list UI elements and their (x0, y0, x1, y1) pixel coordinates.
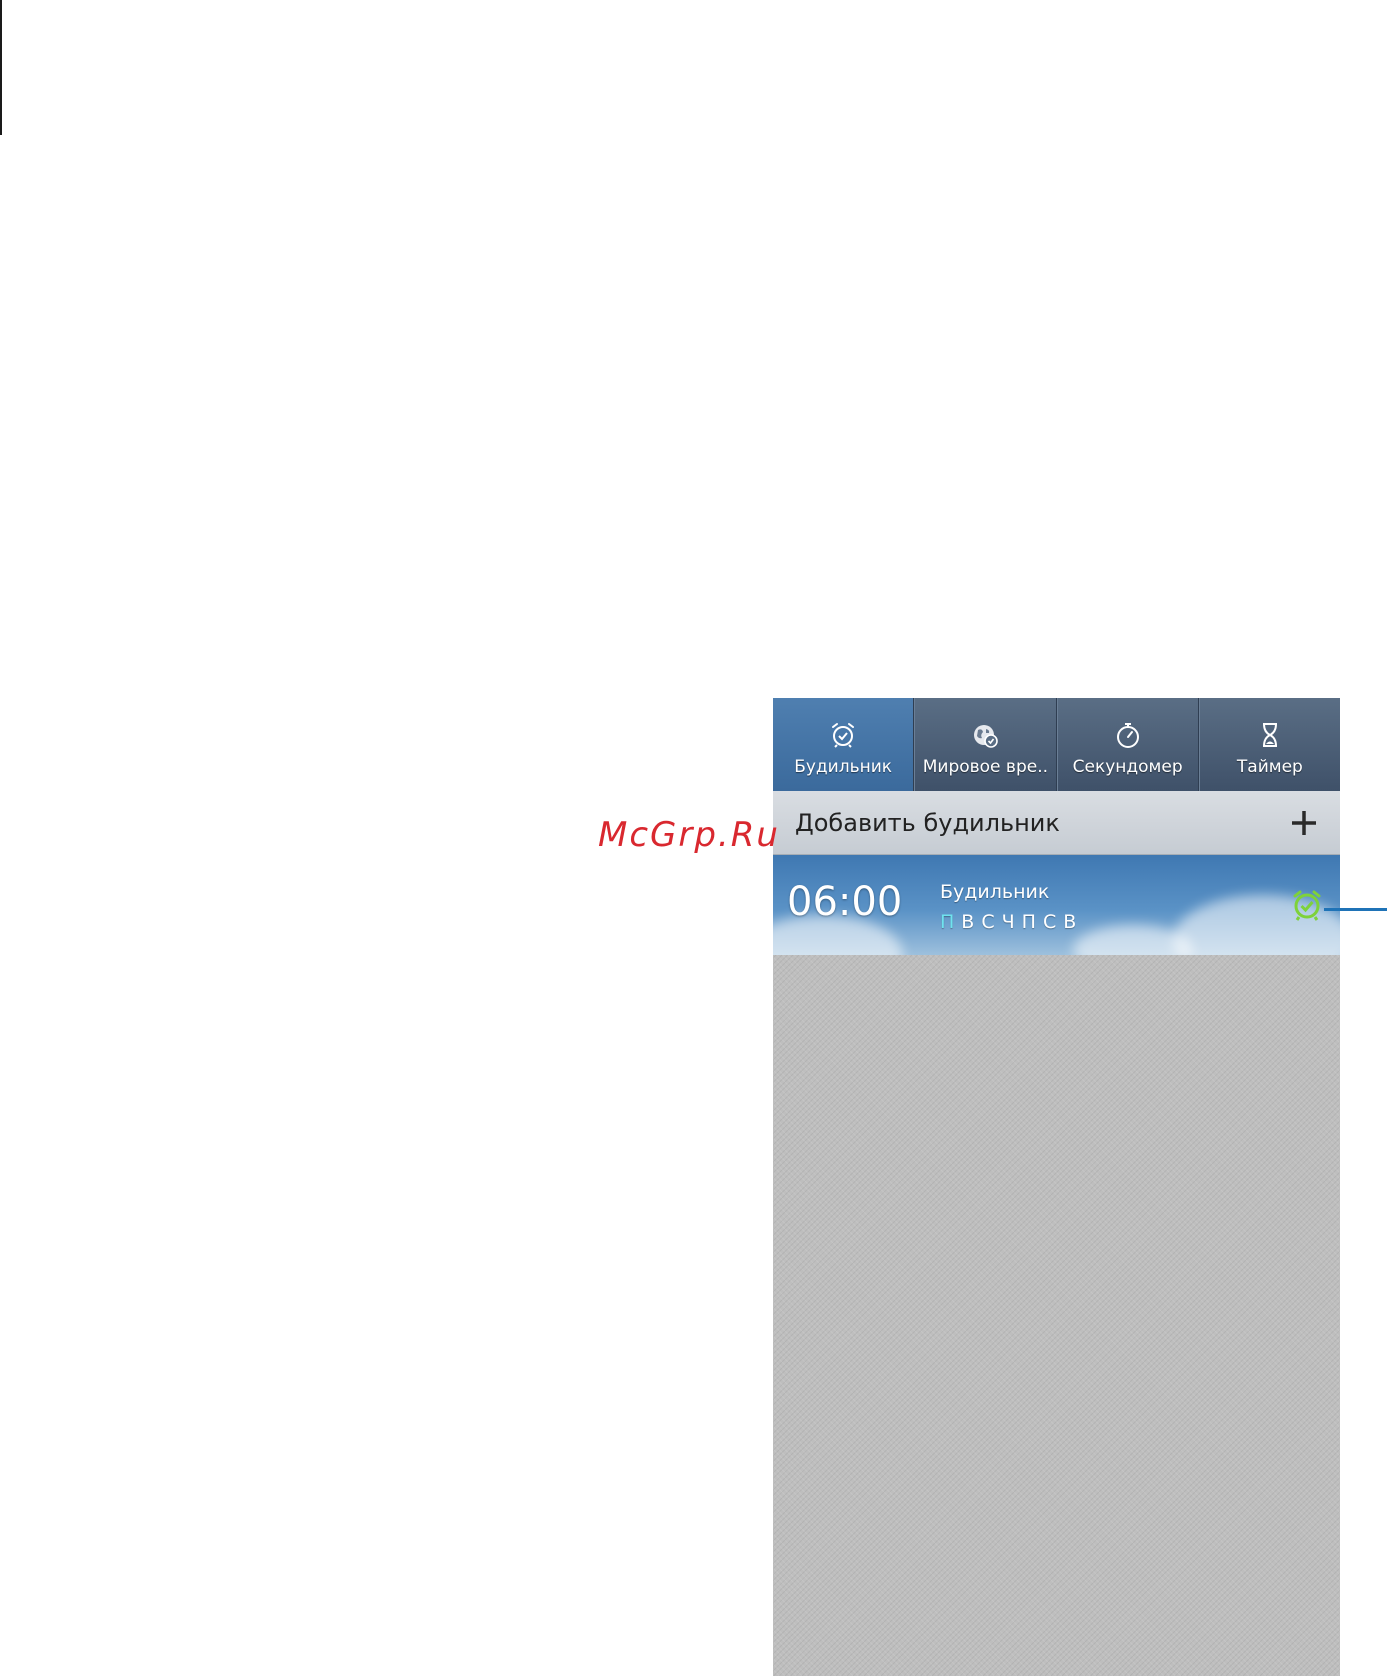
day-sunday: В (1063, 911, 1078, 933)
alarm-name: Будильник (940, 881, 1050, 903)
stopwatch-icon (1116, 723, 1139, 748)
tab-world-clock[interactable]: Мировое вре.. (914, 698, 1057, 791)
add-alarm-button[interactable]: Добавить будильник (773, 791, 1340, 855)
tab-label: Таймер (1236, 757, 1303, 777)
alarm-on-icon[interactable] (1290, 888, 1324, 922)
tab-alarm[interactable]: Будильник (773, 698, 915, 791)
alarm-list-item[interactable]: 06:00 Будильник П В С Ч П С В (773, 855, 1340, 955)
tab-stopwatch[interactable]: Секундомер (1056, 698, 1199, 791)
day-thursday: Ч (1001, 911, 1016, 933)
tab-label: Секундомер (1072, 757, 1183, 777)
alarm-repeat-days: П В С Ч П С В (940, 911, 1077, 933)
hourglass-icon (1262, 723, 1277, 747)
clock-app-screen: Будильник Мировое вре.. Секундомер Тайме… (773, 698, 1340, 1676)
day-tuesday: В (961, 911, 976, 933)
tab-bar: Будильник Мировое вре.. Секундомер Тайме… (773, 698, 1340, 791)
tab-timer[interactable]: Таймер (1198, 698, 1340, 791)
watermark: McGrp.Ru (598, 815, 780, 855)
day-wednesday: С (981, 911, 996, 933)
day-monday: П (940, 911, 956, 933)
tab-label: Мировое вре.. (922, 757, 1049, 777)
world-clock-icon (974, 725, 999, 748)
day-saturday: С (1042, 911, 1058, 933)
add-alarm-label: Добавить будильник (795, 809, 1060, 837)
page-margin-rule (0, 0, 2, 135)
alarm-time: 06:00 (787, 879, 903, 925)
callout-line (1324, 908, 1387, 911)
alarm-clock-icon (832, 723, 855, 748)
day-friday: П (1021, 911, 1037, 933)
tab-label: Будильник (794, 757, 893, 777)
plus-icon (1292, 811, 1316, 835)
